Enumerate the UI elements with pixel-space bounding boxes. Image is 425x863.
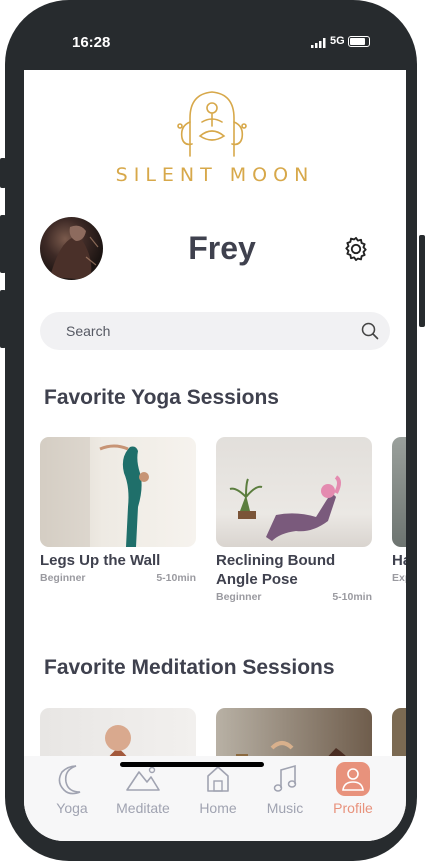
power-button: [419, 235, 425, 327]
signal-icon: [311, 38, 326, 48]
status-bar: 16:28 5G: [0, 30, 425, 54]
tab-profile[interactable]: Profile: [323, 762, 383, 816]
tab-label: Meditate: [116, 800, 170, 816]
tab-label: Profile: [333, 800, 373, 816]
yoga-section-title: Favorite Yoga Sessions: [44, 386, 279, 409]
tab-label: Music: [266, 800, 304, 816]
search-icon[interactable]: [361, 322, 379, 340]
moon-icon: [58, 765, 81, 795]
yoga-card-image: [40, 437, 196, 547]
tab-music[interactable]: Music: [255, 762, 315, 816]
card-duration: 5-10min: [332, 591, 372, 603]
yoga-pose-figure-icon: [229, 475, 341, 541]
network-type: 5G: [330, 35, 345, 47]
card-level: Exp: [392, 572, 406, 584]
card-title: Reclining Bound Angle Pose: [216, 552, 336, 588]
tab-meditate[interactable]: Meditate: [113, 762, 173, 816]
tab-label: Yoga: [56, 800, 88, 816]
search-bar[interactable]: Search: [40, 312, 390, 350]
status-time: 16:28: [72, 34, 111, 51]
silent-moon-logo-icon: [177, 91, 247, 157]
home-icon: [207, 766, 229, 792]
card-level: Beginner: [216, 591, 262, 603]
card-duration: 5-10min: [156, 572, 196, 584]
bottom-tab-bar: Yoga Meditate Home Music Profile: [24, 756, 406, 841]
yoga-card-image: [392, 437, 406, 547]
gear-icon[interactable]: [342, 235, 370, 263]
search-input[interactable]: Search: [66, 323, 110, 339]
device-frame: 16:28 5G SILENT MOON Frey Search Favorit…: [0, 0, 425, 863]
meditation-section-title: Favorite Meditation Sessions: [44, 656, 335, 679]
battery-icon: [348, 36, 370, 47]
card-level: Beginner: [40, 572, 86, 584]
yoga-card-image: [216, 437, 372, 547]
user-icon: [336, 762, 370, 796]
yoga-pose-figure-icon: [40, 437, 149, 547]
music-note-icon: [273, 764, 297, 792]
app-screen: SILENT MOON Frey Search Favorite Yoga Se…: [24, 70, 406, 841]
home-indicator[interactable]: [120, 762, 264, 767]
card-title: Ha: [392, 552, 406, 569]
yoga-card[interactable]: Ha Exp: [392, 437, 406, 584]
card-title: Legs Up the Wall: [40, 552, 161, 569]
brand-name: SILENT MOON: [115, 164, 315, 186]
yoga-card[interactable]: Legs Up the Wall Beginner 5-10min: [40, 437, 196, 584]
tab-yoga[interactable]: Yoga: [42, 762, 102, 816]
yoga-card[interactable]: Reclining Bound Angle Pose Beginner 5-10…: [216, 437, 372, 603]
tab-label: Home: [199, 800, 237, 816]
mountains-icon: [126, 766, 160, 791]
tab-home[interactable]: Home: [188, 762, 248, 816]
